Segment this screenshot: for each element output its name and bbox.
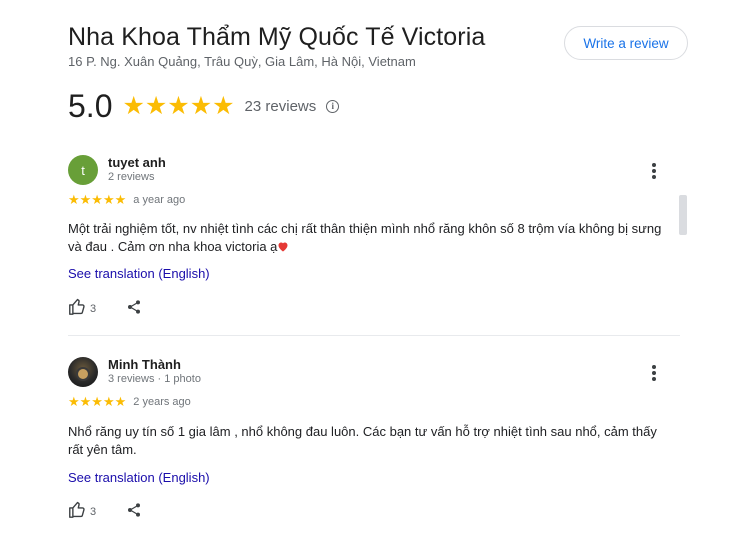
rating-summary: 5.0 ★★★★★ 23 reviews i bbox=[68, 88, 340, 124]
like-count: 3 bbox=[90, 506, 97, 518]
thumb-up-icon bbox=[68, 501, 87, 523]
review-author-meta: 3 reviews · 1 photo bbox=[108, 373, 201, 385]
review-stars: ★★★★★ bbox=[68, 394, 127, 409]
rating-stars: ★★★★★ bbox=[122, 92, 235, 120]
review-author[interactable]: tuyet anh bbox=[108, 155, 166, 170]
review-actions: 3 bbox=[68, 501, 142, 523]
heart-emoji bbox=[277, 239, 289, 254]
review-body: Một trải nghiệm tốt, nv nhiệt tình các c… bbox=[68, 221, 662, 254]
review-date: a year ago bbox=[133, 194, 186, 206]
rating-value: 5.0 bbox=[68, 88, 113, 124]
review-text: Một trải nghiệm tốt, nv nhiệt tình các c… bbox=[68, 220, 668, 256]
avatar[interactable]: t bbox=[68, 155, 98, 185]
thumb-up-icon bbox=[68, 298, 87, 320]
write-review-button[interactable]: Write a review bbox=[564, 26, 688, 60]
review-text: Nhổ răng uy tín số 1 gia lâm , nhổ không… bbox=[68, 424, 657, 457]
more-vert-icon[interactable] bbox=[646, 161, 662, 181]
review-author-meta: 2 reviews bbox=[108, 171, 155, 183]
see-translation-link[interactable]: See translation (English) bbox=[68, 266, 210, 281]
review-rating-row: ★★★★★ a year ago bbox=[68, 193, 185, 207]
review-author[interactable]: Minh Thành bbox=[108, 357, 181, 372]
review-divider bbox=[68, 335, 680, 336]
info-icon[interactable]: i bbox=[326, 99, 340, 113]
review-rating-row: ★★★★★ 2 years ago bbox=[68, 395, 191, 409]
share-button[interactable] bbox=[126, 299, 142, 320]
share-button[interactable] bbox=[126, 502, 142, 523]
share-icon bbox=[126, 502, 142, 523]
like-count: 3 bbox=[90, 303, 97, 315]
scrollbar-thumb[interactable] bbox=[679, 195, 687, 235]
review-count-link[interactable]: 23 reviews bbox=[245, 98, 317, 115]
review-actions: 3 bbox=[68, 298, 142, 320]
like-button[interactable]: 3 bbox=[68, 501, 96, 523]
review-date: 2 years ago bbox=[133, 396, 191, 408]
share-icon bbox=[126, 299, 142, 320]
review-stars: ★★★★★ bbox=[68, 192, 127, 207]
see-translation-link[interactable]: See translation (English) bbox=[68, 470, 210, 485]
like-button[interactable]: 3 bbox=[68, 298, 96, 320]
avatar[interactable] bbox=[68, 357, 98, 387]
more-vert-icon[interactable] bbox=[646, 363, 662, 383]
